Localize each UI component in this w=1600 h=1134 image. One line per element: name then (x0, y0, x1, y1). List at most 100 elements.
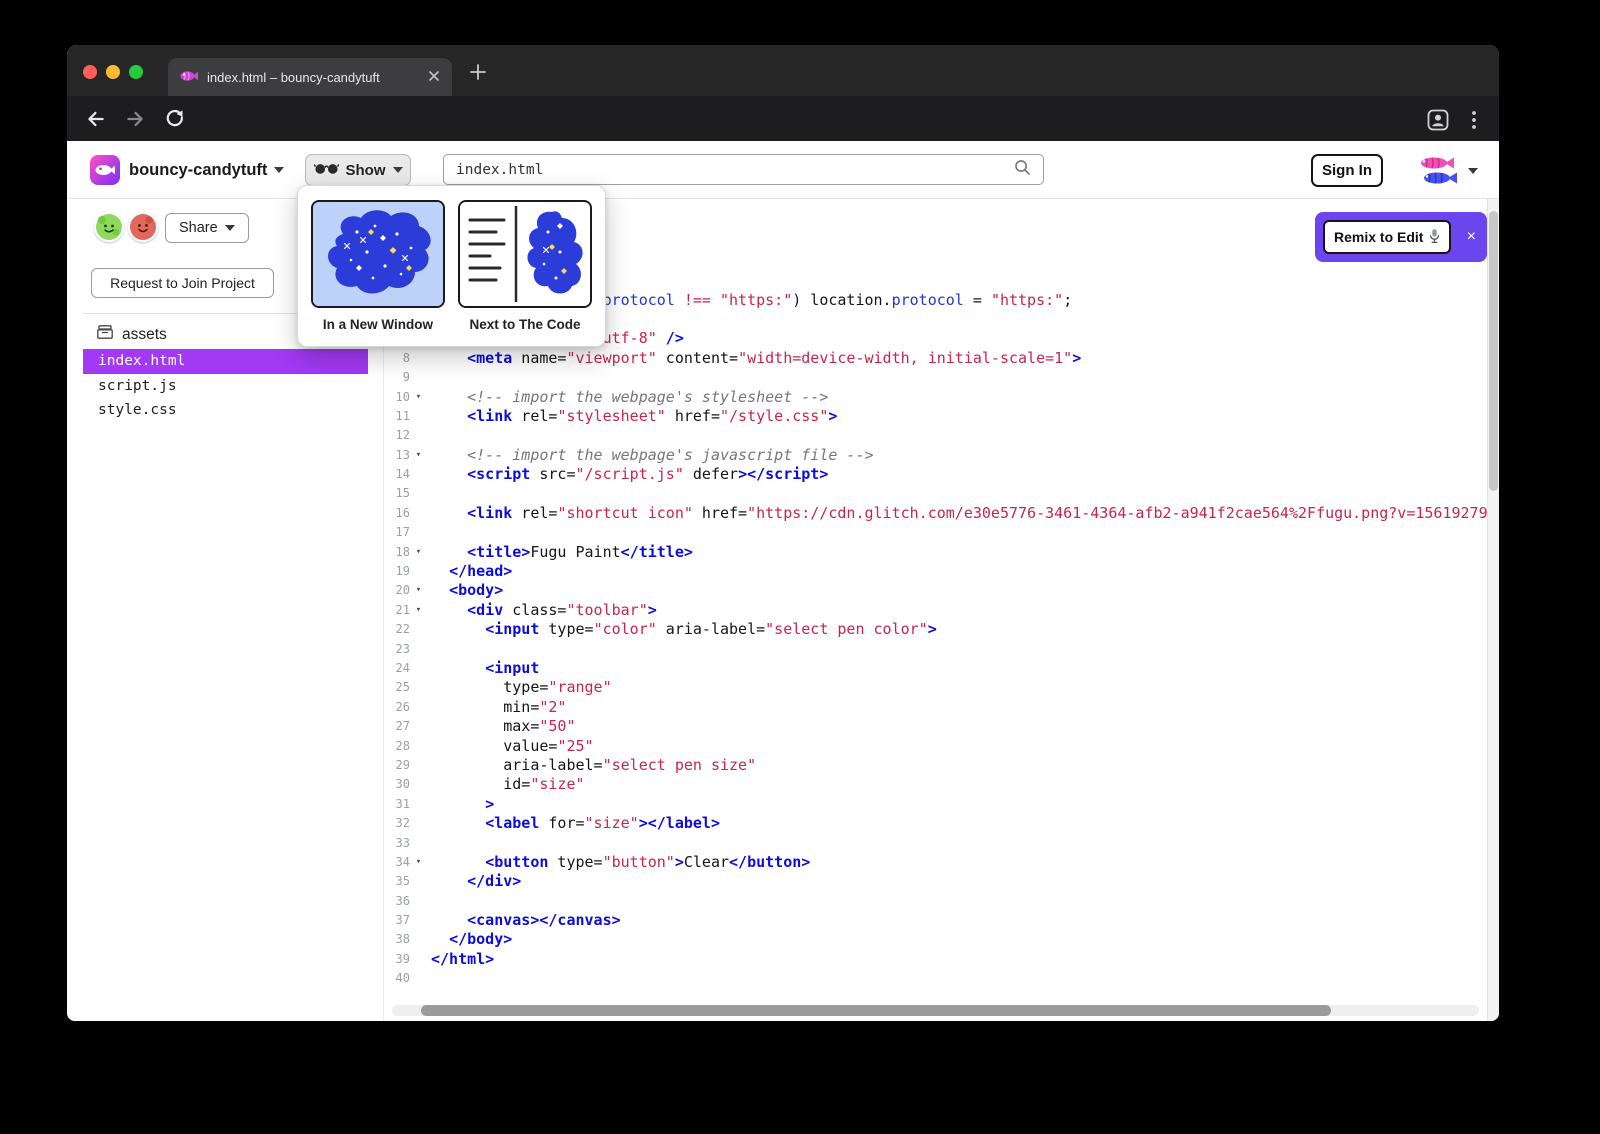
fold-arrow-icon[interactable]: ▾ (410, 853, 427, 872)
vertical-scrollbar-track (1487, 199, 1499, 1021)
line-number: 23 (384, 640, 410, 659)
fold-spacer (410, 426, 427, 445)
fold-spacer (410, 795, 427, 814)
code-line-34[interactable]: 34▾ <button type="button">Clear</button> (384, 853, 1487, 872)
code-line-15[interactable]: 15 (384, 484, 1487, 503)
request-to-join-button[interactable]: Request to Join Project (91, 268, 274, 298)
fold-spacer (410, 911, 427, 930)
file-search-input[interactable]: index.html (443, 154, 1044, 185)
code-line-40[interactable]: 40 (384, 969, 1487, 988)
line-number: 8 (384, 349, 410, 368)
code-line-17[interactable]: 17 (384, 523, 1487, 542)
tab-favicon-icon (180, 70, 198, 85)
line-number: 34 (384, 853, 410, 872)
code-line-16[interactable]: 16 <link rel="shortcut icon" href="https… (384, 504, 1487, 523)
code-line-21[interactable]: 21▾ <div class="toolbar"> (384, 601, 1487, 620)
fold-spacer (410, 678, 427, 697)
file-item-style.css[interactable]: style.css (83, 398, 368, 423)
show-option-new-window[interactable]: In a New Window (311, 200, 445, 332)
next-to-code-illustration (458, 200, 592, 308)
code-line-24[interactable]: 24 <input (384, 659, 1487, 678)
file-item-index.html[interactable]: index.html (83, 349, 368, 374)
code-line-23[interactable]: 23 (384, 640, 1487, 659)
browser-tab[interactable]: index.html – bouncy-candytuft (168, 58, 452, 96)
file-item-script.js[interactable]: script.js (83, 374, 368, 399)
fold-arrow-icon[interactable]: ▾ (410, 601, 427, 620)
code-line-12[interactable]: 12 (384, 426, 1487, 445)
fold-arrow-icon[interactable]: ▾ (410, 446, 427, 465)
code-line-26[interactable]: 26 min="2" (384, 698, 1487, 717)
code-line-30[interactable]: 30 id="size" (384, 775, 1487, 794)
glitch-logo[interactable] (90, 155, 120, 185)
line-number: 25 (384, 678, 410, 697)
vertical-scrollbar[interactable] (1489, 211, 1498, 491)
profile-icon[interactable] (1427, 109, 1449, 131)
show-option-next-to-code[interactable]: Next to The Code (458, 200, 592, 332)
fold-arrow-icon[interactable]: ▾ (410, 543, 427, 562)
code-line-20[interactable]: 20▾ <body> (384, 581, 1487, 600)
code-line-8[interactable]: 8 <meta name="viewport" content="width=d… (384, 349, 1487, 368)
remix-to-edit-button[interactable]: Remix to Edit (1323, 220, 1451, 254)
code-line-29[interactable]: 29 aria-label="select pen size" (384, 756, 1487, 775)
chevron-down-icon (225, 225, 235, 231)
code-line-37[interactable]: 37 <canvas></canvas> (384, 911, 1487, 930)
remix-close-icon[interactable]: × (1464, 229, 1479, 245)
code-line-13[interactable]: 13▾ <!-- import the webpage's javascript… (384, 446, 1487, 465)
code-line-25[interactable]: 25 type="range" (384, 678, 1487, 697)
code-line-14[interactable]: 14 <script src="/script.js" defer></scri… (384, 465, 1487, 484)
minimize-window-button[interactable] (106, 65, 120, 79)
sign-in-button[interactable]: Sign In (1311, 154, 1383, 187)
code-line-32[interactable]: 32 <label for="size"></label> (384, 814, 1487, 833)
code-line-28[interactable]: 28 value="25" (384, 737, 1487, 756)
show-button[interactable]: Show (305, 154, 411, 186)
tab-close-icon[interactable] (428, 70, 440, 85)
horizontal-scrollbar[interactable] (421, 1005, 1331, 1016)
fold-spacer (410, 562, 427, 581)
fold-spacer (410, 620, 427, 639)
code-line-19[interactable]: 19 </head> (384, 562, 1487, 581)
code-line-27[interactable]: 27 max="50" (384, 717, 1487, 736)
fold-arrow-icon[interactable]: ▾ (410, 581, 427, 600)
fold-spacer (410, 775, 427, 794)
chevron-down-icon[interactable] (1468, 168, 1478, 174)
code-line-10[interactable]: 10▾ <!-- import the webpage's stylesheet… (384, 388, 1487, 407)
back-button[interactable] (85, 108, 107, 130)
code-line-22[interactable]: 22 <input type="color" aria-label="selec… (384, 620, 1487, 639)
code-line-35[interactable]: 35 </div> (384, 872, 1487, 891)
fold-arrow-icon[interactable]: ▾ (410, 388, 427, 407)
fold-spacer (410, 465, 427, 484)
line-number: 39 (384, 950, 410, 969)
horizontal-scrollbar-track (392, 1005, 1479, 1016)
fold-spacer (410, 484, 427, 503)
line-number: 33 (384, 834, 410, 853)
share-button[interactable]: Share (165, 213, 249, 243)
code-line-36[interactable]: 36 (384, 892, 1487, 911)
line-number: 21 (384, 601, 410, 620)
collaborator-avatar-green[interactable] (94, 212, 124, 242)
collaborator-avatar-red[interactable] (128, 212, 158, 242)
fold-spacer (410, 872, 427, 891)
fold-spacer (410, 349, 427, 368)
maximize-window-button[interactable] (129, 65, 143, 79)
line-number: 17 (384, 523, 410, 542)
fold-spacer (410, 950, 427, 969)
reload-button[interactable] (164, 108, 186, 130)
forward-button[interactable] (124, 108, 146, 130)
close-window-button[interactable] (83, 65, 97, 79)
code-line-33[interactable]: 33 (384, 834, 1487, 853)
line-number: 11 (384, 407, 410, 426)
code-line-31[interactable]: 31 > (384, 795, 1487, 814)
project-name-menu[interactable]: bouncy-candytuft (129, 141, 284, 199)
code-line-9[interactable]: 9 (384, 368, 1487, 387)
new-tab-button[interactable] (466, 60, 490, 84)
new-window-illustration (311, 200, 445, 308)
code-line-39[interactable]: 39</html> (384, 950, 1487, 969)
user-avatar[interactable] (1417, 154, 1461, 186)
line-number: 30 (384, 775, 410, 794)
browser-menu-icon[interactable] (1471, 110, 1477, 130)
line-number: 15 (384, 484, 410, 503)
code-line-18[interactable]: 18▾ <title>Fugu Paint</title> (384, 543, 1487, 562)
code-line-11[interactable]: 11 <link rel="stylesheet" href="/style.c… (384, 407, 1487, 426)
line-number: 29 (384, 756, 410, 775)
code-line-38[interactable]: 38 </body> (384, 930, 1487, 949)
